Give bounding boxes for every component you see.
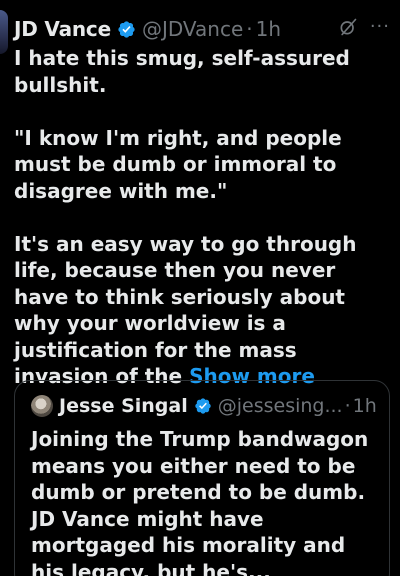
author-avatar[interactable] — [0, 10, 8, 54]
post-time[interactable]: 1h — [256, 17, 281, 41]
quote-post-time[interactable]: 1h — [353, 395, 377, 417]
tweet-text: I hate this smug, self-assured bullshit.… — [14, 45, 392, 390]
tweet-paragraph: "I know I'm right, and people must be du… — [14, 125, 342, 203]
author-name[interactable]: JD Vance — [14, 17, 111, 41]
verified-badge-icon — [118, 20, 135, 38]
tweet-paragraph-last: It's an easy way to go through life, bec… — [14, 231, 392, 390]
grok-icon[interactable] — [338, 17, 358, 37]
header-actions: ··· — [338, 17, 390, 37]
quoted-tweet-card[interactable]: Jesse Singal @jessesing... · 1h Joining … — [14, 380, 390, 576]
quote-header: Jesse Singal @jessesing... · 1h — [31, 393, 379, 419]
author-handle[interactable]: @JDVance — [142, 17, 243, 41]
tweet-paragraph: I hate this smug, self-assured bullshit. — [14, 46, 350, 97]
tweet-header: JD Vance @JDVance · 1h ··· — [14, 14, 390, 44]
verified-badge-icon — [195, 398, 211, 414]
quote-author-name[interactable]: Jesse Singal — [59, 395, 188, 417]
quote-author-handle[interactable]: @jessesing... — [218, 395, 343, 417]
more-icon[interactable]: ··· — [370, 18, 390, 36]
separator-dot: · — [246, 17, 253, 41]
quote-avatar[interactable] — [31, 395, 53, 417]
separator-dot: · — [344, 395, 351, 417]
quote-text: Joining the Trump bandwagon means you ei… — [31, 427, 369, 576]
